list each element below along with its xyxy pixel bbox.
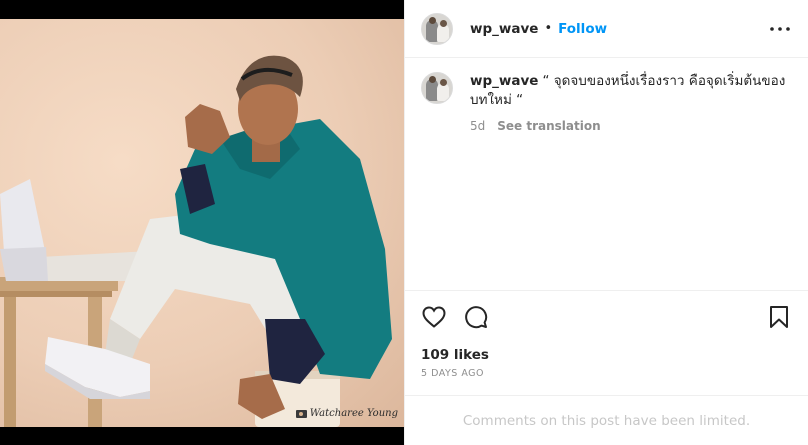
caption-body: wp_wave “ จุดจบของหนึ่งเรื่องราว คือจุดเร… [470, 72, 790, 133]
comment-icon[interactable] [463, 304, 489, 330]
watermark-text: Watcharee Young [309, 408, 398, 419]
avatar[interactable] [421, 12, 453, 45]
caption-avatar[interactable] [421, 72, 453, 104]
post-media[interactable]: Watcharee Young [0, 0, 404, 445]
post-caption: wp_wave “ จุดจบของหนึ่งเรื่องราว คือจุดเร… [405, 58, 808, 133]
post-info-panel: wp_wave • Follow wp_wave “ จุดจบของหนึ่งเ… [404, 0, 808, 445]
caption-text-block: wp_wave “ จุดจบของหนึ่งเรื่องราว คือจุดเร… [470, 72, 790, 110]
follow-button[interactable]: Follow [558, 21, 607, 37]
caption-meta: 5d See translation [470, 119, 790, 133]
photo-watermark: Watcharee Young [295, 408, 398, 419]
post-actions: 109 likes 5 DAYS AGO [405, 290, 808, 379]
likes-count[interactable]: 109 likes [421, 347, 792, 363]
comments-limited-notice: Comments on this post have been limited. [405, 395, 808, 445]
photo-illustration [0, 55, 392, 427]
camera-icon [295, 409, 307, 418]
caption-age[interactable]: 5d [470, 119, 485, 133]
header-username[interactable]: wp_wave [470, 21, 538, 37]
post-photo: Watcharee Young [0, 19, 404, 427]
header-separator: • [544, 21, 553, 36]
instagram-post: Watcharee Young wp_wave • Follow wp_wave… [0, 0, 808, 445]
more-options-icon[interactable] [768, 17, 792, 41]
post-timestamp[interactable]: 5 DAYS AGO [421, 368, 792, 379]
bookmark-icon[interactable] [766, 304, 792, 330]
see-translation-button[interactable]: See translation [497, 119, 600, 133]
heart-icon[interactable] [421, 304, 447, 330]
action-icons [421, 304, 792, 330]
post-header: wp_wave • Follow [405, 0, 808, 58]
caption-username[interactable]: wp_wave [470, 73, 538, 89]
